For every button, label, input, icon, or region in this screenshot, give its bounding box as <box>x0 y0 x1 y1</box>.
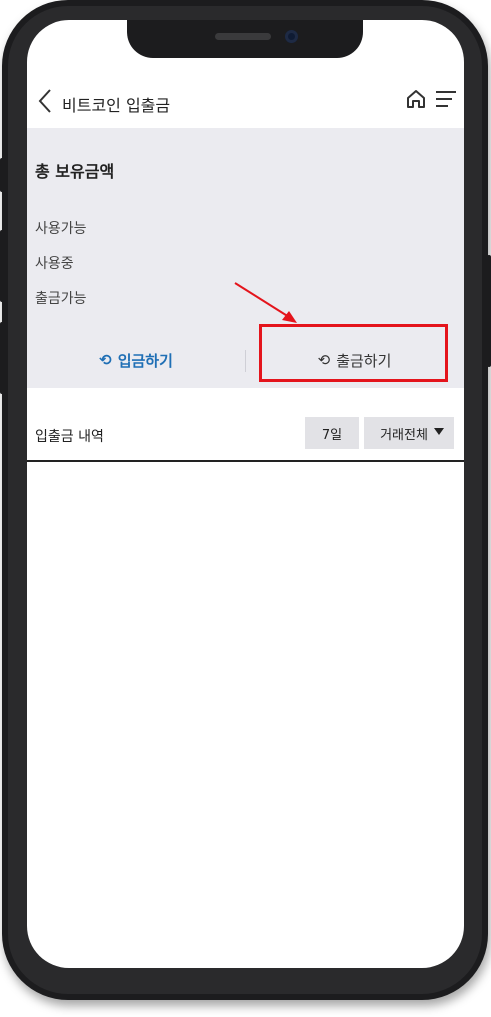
type-filter-label: 거래전체 <box>380 427 428 443</box>
mute-switch <box>0 158 4 192</box>
annotation-arrow-icon <box>234 282 297 323</box>
deposit-label: 입금하기 <box>117 351 173 370</box>
volume-down-button <box>0 322 4 394</box>
in-use-label: 사용중 <box>35 256 74 272</box>
front-camera <box>285 30 298 43</box>
transaction-history-bar: 입출금 내역 7일 거래전체 <box>27 412 464 462</box>
withdrawable-label: 출금가능 <box>35 291 87 307</box>
menu-icon[interactable] <box>435 90 457 108</box>
available-label: 사용가능 <box>35 221 87 237</box>
type-filter-select[interactable]: 거래전체 <box>364 417 454 449</box>
deposit-button[interactable]: ⟲ 입금하기 <box>27 340 245 380</box>
period-filter[interactable]: 7일 <box>305 417 359 449</box>
caret-down-icon <box>434 428 444 435</box>
power-button <box>487 255 491 367</box>
app-header: 비트코인 입출금 <box>27 78 464 128</box>
chevron-left-icon[interactable] <box>35 86 55 116</box>
app-screen: 비트코인 입출금 총 보유금액 사용가능 사용중 출금가능 ⟲ 입금하기 ⟲ 출… <box>27 20 464 968</box>
history-label: 입출금 내역 <box>35 429 104 445</box>
total-balance-label: 총 보유금액 <box>35 162 115 181</box>
refresh-icon: ⟲ <box>99 351 112 369</box>
notch <box>127 20 363 58</box>
volume-up-button <box>0 230 4 302</box>
speaker-grille <box>215 33 271 40</box>
withdraw-highlight-box <box>259 324 448 382</box>
home-icon[interactable] <box>405 88 427 110</box>
page-title: 비트코인 입출금 <box>62 96 171 115</box>
